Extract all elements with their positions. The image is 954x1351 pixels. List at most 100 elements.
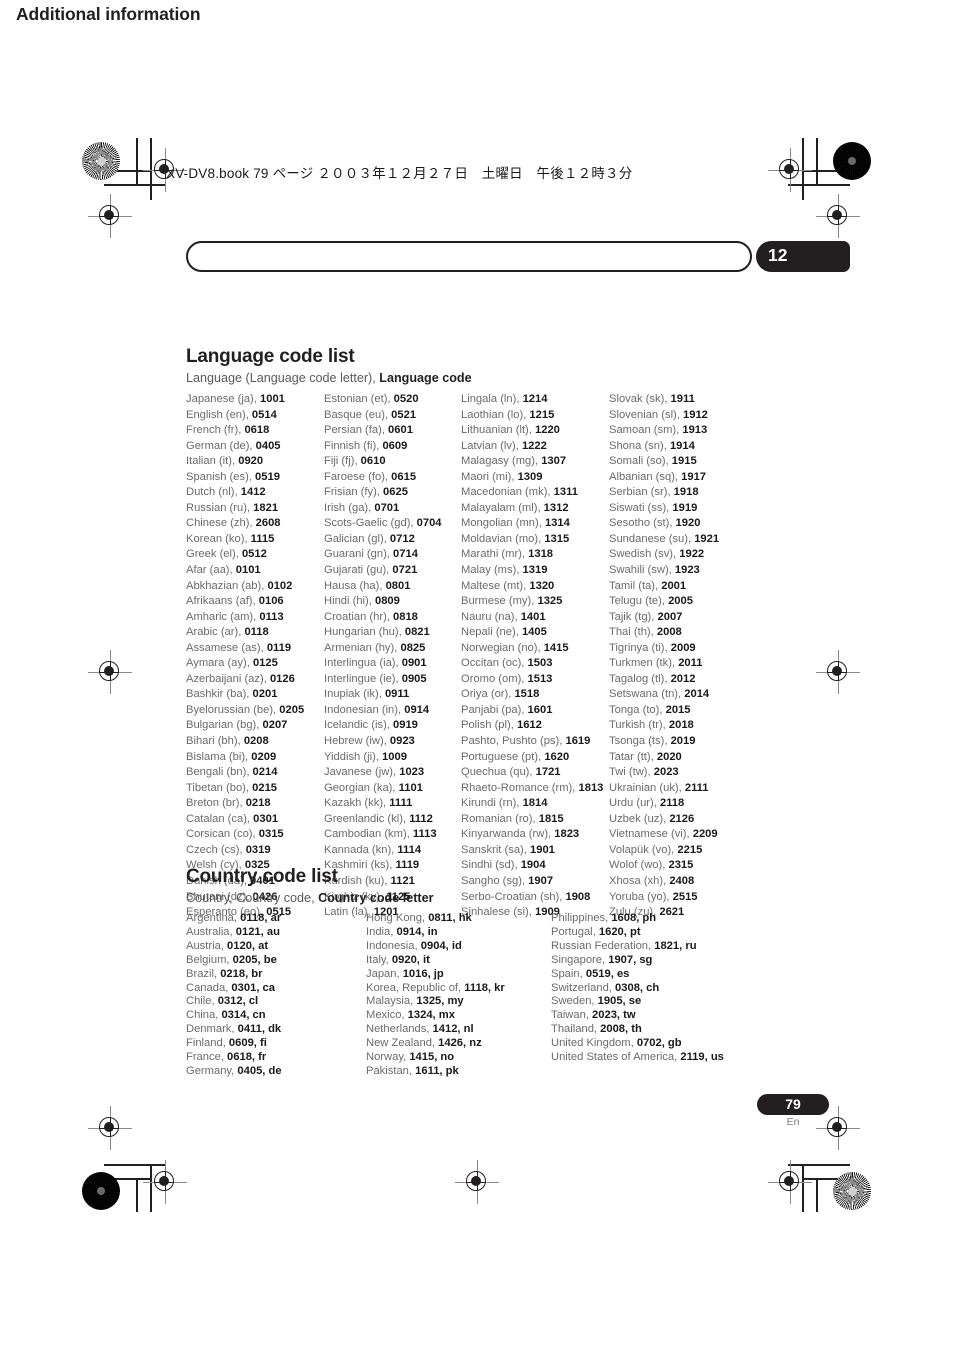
language-code-entry: Norwegian (no), 1415 — [461, 641, 609, 657]
country-code-name: Italy, — [366, 953, 392, 966]
country-code-entry: France, 0618, fr — [186, 1051, 366, 1065]
country-code-entry: Japan, 1016, jp — [366, 968, 551, 982]
country-code-entry: Netherlands, 1412, nl — [366, 1023, 551, 1037]
language-code-name: Oromo (om), — [461, 672, 528, 685]
language-code-name: Vietnamese (vi), — [609, 828, 693, 841]
language-code-code: 2011 — [678, 657, 703, 670]
country-code-columns: Argentina, 0118, ar Australia, 0121, au Au… — [186, 912, 781, 1079]
language-code-name: Latvian (lv), — [461, 439, 522, 452]
language-code-name: Urdu (ur), — [609, 797, 660, 810]
language-code-name: Russian (ru), — [186, 501, 254, 514]
country-code-name: Thailand, — [551, 1023, 601, 1036]
language-code-column-3: Lingala (ln), 1214 Laothian (lo), 1215 Lit… — [461, 392, 609, 921]
language-code-entry: Albanian (sq), 1917 — [609, 470, 759, 486]
language-code-entry: Serbo-Croatian (sh), 1908 — [461, 890, 609, 906]
language-code-entry: Moldavian (mo), 1315 — [461, 532, 609, 548]
country-code-code: 0120, at — [227, 939, 269, 952]
country-code-name: Portugal, — [551, 925, 599, 938]
language-code-code: 0214 — [252, 766, 278, 779]
language-code-code: 1314 — [544, 517, 570, 530]
language-code-entry: Amharic (am), 0113 — [186, 610, 324, 626]
country-code-code: 0308, ch — [615, 981, 660, 994]
country-code-name: Belgium, — [186, 953, 233, 966]
language-code-code: 0119 — [266, 641, 292, 654]
language-code-code: 0106 — [258, 595, 284, 608]
language-code-entry: Pashto, Pushto (ps), 1619 — [461, 734, 609, 750]
language-code-entry: Romanian (ro), 1815 — [461, 812, 609, 828]
language-code-code: 1113 — [412, 828, 437, 841]
country-code-name: India, — [366, 925, 397, 938]
language-code-entry: Vietnamese (vi), 2209 — [609, 827, 759, 843]
language-code-name: Cambodian (km), — [324, 828, 413, 841]
language-code-name: Bengali (bn), — [186, 766, 253, 779]
country-code-name: Taiwan, — [551, 1009, 593, 1022]
country-code-name: Singapore, — [551, 953, 609, 966]
language-code-code: 1309 — [517, 470, 543, 483]
country-code-column-1: Argentina, 0118, ar Australia, 0121, au Au… — [186, 912, 366, 1079]
country-code-entry: Russian Federation, 1821, ru — [551, 940, 781, 954]
registration-mark-bottom-left — [143, 1160, 187, 1204]
crop-mark-top-right — [788, 138, 850, 200]
country-code-name: France, — [186, 1051, 228, 1064]
language-code-entry: Tajik (tg), 2007 — [609, 610, 759, 626]
language-code-code: 0901 — [401, 657, 427, 670]
language-code-entry: Quechua (qu), 1721 — [461, 765, 609, 781]
language-code-name: Serbo-Croatian (sh), — [461, 890, 566, 903]
language-code-code: 2315 — [668, 859, 694, 872]
language-code-entry: Frisian (fy), 0625 — [324, 485, 461, 501]
language-code-name: Norwegian (no), — [461, 641, 544, 654]
country-code-entry: Sweden, 1905, se — [551, 995, 781, 1009]
language-code-entry: Ukrainian (uk), 2111 — [609, 781, 759, 797]
language-code-name: Volapük (vo), — [609, 843, 678, 856]
language-code-name: Armenian (hy), — [324, 641, 401, 654]
densitometer-patch-top-left — [82, 142, 120, 180]
language-code-name: Tsonga (ts), — [609, 735, 671, 748]
language-code-name: Tigrinya (ti), — [609, 641, 671, 654]
language-code-entry: Latvian (lv), 1222 — [461, 439, 609, 455]
language-code-entry: Kirundi (rn), 1814 — [461, 796, 609, 812]
country-code-code: 1016, jp — [402, 967, 444, 980]
language-code-code: 0201 — [252, 688, 278, 701]
language-code-code: 0319 — [245, 843, 271, 856]
language-code-entry: Tsonga (ts), 2019 — [609, 734, 759, 750]
country-code-code: 0121, au — [235, 925, 280, 938]
language-code-code: 1920 — [675, 517, 701, 530]
language-code-entry: Corsican (co), 0315 — [186, 827, 324, 843]
language-code-entry: Bislama (bi), 0209 — [186, 750, 324, 766]
language-code-entry: Azerbaijani (az), 0126 — [186, 672, 324, 688]
language-code-entry: Polish (pl), 1612 — [461, 718, 609, 734]
language-code-name: Tamil (ta), — [609, 579, 662, 592]
language-code-name: Moldavian (mo), — [461, 532, 545, 545]
language-code-name: Turkish (tr), — [609, 719, 669, 732]
language-code-name: Bulgarian (bg), — [186, 719, 263, 732]
language-code-code: 0218 — [245, 797, 271, 810]
language-code-code: 1318 — [528, 548, 554, 561]
registration-mark-right-upper — [816, 194, 860, 238]
language-code-name: Sanskrit (sa), — [461, 843, 531, 856]
language-code-entry: English (en), 0514 — [186, 408, 324, 424]
country-code-code: 0405, de — [237, 1064, 282, 1077]
language-code-name: Kannada (kn), — [324, 843, 398, 856]
language-code-code: 2015 — [665, 703, 691, 716]
language-code-code: 0618 — [244, 424, 270, 437]
language-code-name: Hausa (ha), — [324, 579, 386, 592]
language-code-entry: Sanskrit (sa), 1901 — [461, 843, 609, 859]
language-code-entry: Interlingua (ia), 0901 — [324, 656, 461, 672]
language-code-code: 1721 — [535, 766, 561, 779]
language-code-entry: Russian (ru), 1821 — [186, 501, 324, 517]
country-code-name: Norway, — [366, 1051, 410, 1064]
language-code-code: 1913 — [682, 424, 708, 437]
language-code-name: Sesotho (st), — [609, 517, 676, 530]
country-code-entry: New Zealand, 1426, nz — [366, 1037, 551, 1051]
language-code-code: 0521 — [391, 408, 417, 421]
language-code-entry: Basque (eu), 0521 — [324, 408, 461, 424]
country-code-list-subheading: Country, Country code, Country code lett… — [186, 891, 434, 905]
language-code-name: Fiji (fj), — [324, 455, 361, 468]
language-code-code: 1813 — [578, 781, 604, 794]
language-code-name: Bihari (bh), — [186, 735, 244, 748]
country-code-name: Germany, — [186, 1064, 238, 1077]
language-code-entry: Finnish (fi), 0609 — [324, 439, 461, 455]
language-code-name: Panjabi (pa), — [461, 703, 528, 716]
language-code-name: Abkhazian (ab), — [186, 579, 268, 592]
language-code-code: 0911 — [384, 688, 410, 701]
